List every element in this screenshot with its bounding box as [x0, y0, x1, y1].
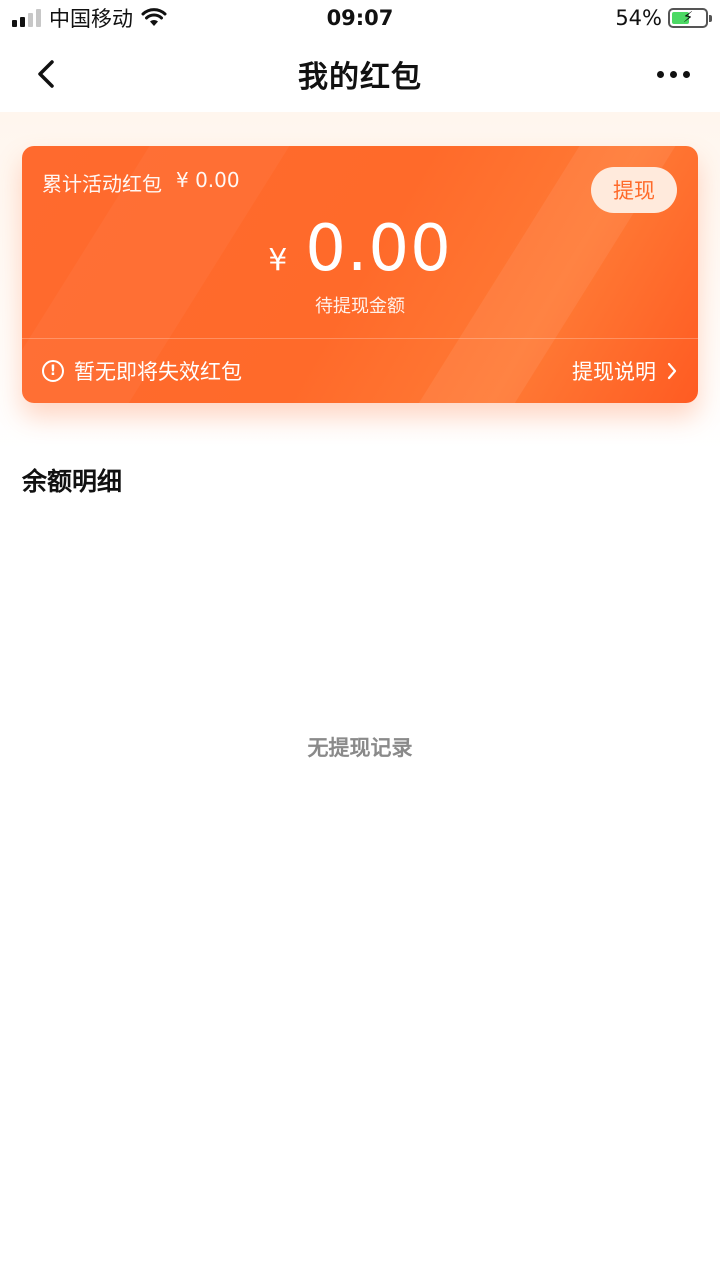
withdraw-button[interactable]: 提现: [591, 167, 677, 213]
more-dots-icon: [669, 70, 677, 78]
red-packet-card: 累计活动红包 ¥ 0.00 提现 ¥ 0.00 待提现金额 ! 暂无即将失效红包…: [22, 146, 698, 403]
more-dots-icon: [682, 70, 690, 78]
status-right: 54% ⚡: [615, 6, 712, 30]
withdraw-explain-link[interactable]: 提现说明: [572, 356, 678, 386]
card-top: 累计活动红包 ¥ 0.00 提现 ¥ 0.00 待提现金额: [22, 146, 698, 338]
back-button[interactable]: [26, 54, 66, 94]
accumulated-value: ¥ 0.00: [176, 168, 240, 192]
card-bottom: ! 暂无即将失效红包 提现说明: [22, 339, 698, 403]
accumulated-total: 累计活动红包 ¥ 0.00: [42, 168, 240, 197]
section-title: 余额明细: [22, 467, 123, 496]
expire-notice: ! 暂无即将失效红包: [42, 356, 242, 386]
chevron-right-icon: [667, 362, 677, 380]
carrier-name: 中国移动: [49, 7, 133, 31]
signal-icon: [12, 9, 41, 27]
more-dots-icon: [656, 70, 664, 78]
pending-amount: ¥ 0.00: [22, 212, 698, 286]
empty-state-text: 无提现记录: [307, 736, 413, 760]
status-left: 中国移动: [12, 3, 167, 33]
battery-icon: ⚡: [668, 8, 712, 28]
more-button[interactable]: [648, 54, 698, 94]
accumulated-label: 累计活动红包: [42, 172, 162, 196]
charging-bolt-icon: ⚡: [682, 8, 694, 26]
amount-value: 0.00: [305, 212, 452, 286]
exclamation-circle-icon: !: [42, 360, 64, 382]
battery-percent: 54%: [615, 6, 662, 30]
currency-symbol: ¥: [268, 243, 288, 278]
wifi-icon: [141, 8, 167, 26]
withdraw-explain-label: 提现说明: [572, 360, 656, 384]
status-bar: 中国移动 09:07 54% ⚡: [0, 0, 720, 36]
page-title: 我的红包: [298, 60, 422, 95]
nav-bar: 我的红包: [0, 36, 720, 112]
expire-notice-text: 暂无即将失效红包: [74, 360, 242, 384]
chevron-left-icon: [38, 60, 54, 88]
amount-label: 待提现金额: [315, 296, 405, 317]
